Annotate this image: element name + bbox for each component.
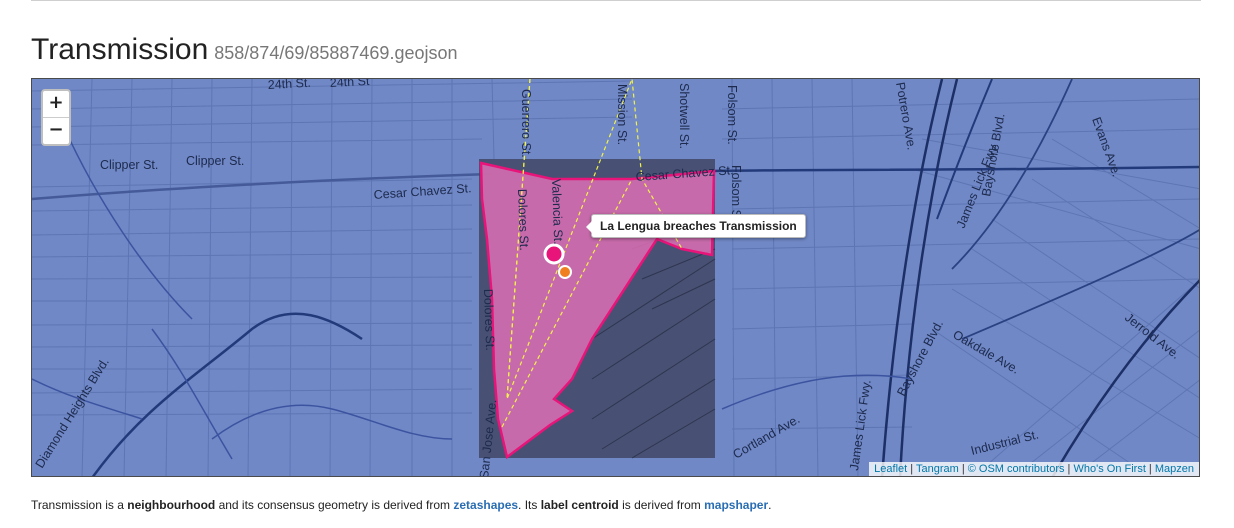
mapshaper-link[interactable]: mapshaper bbox=[704, 498, 768, 512]
description: Transmission is a neighbourhood and its … bbox=[31, 498, 771, 512]
map-attribution: Leaflet | Tangram | © OSM contributors |… bbox=[869, 462, 1199, 476]
street-label: Mission St. bbox=[615, 84, 629, 145]
street-label: Dolores St. bbox=[481, 289, 497, 351]
attribution-wof-link[interactable]: Who's On First bbox=[1073, 463, 1145, 475]
geom-centroid-marker[interactable] bbox=[558, 265, 572, 279]
page-title: Transmission 858/874/69/85887469.geojson bbox=[31, 32, 458, 71]
desc-text: . Its bbox=[518, 498, 541, 512]
desc-text: . bbox=[768, 498, 772, 512]
map-tiles[interactable]: 24th St. 24th St Guerrero St. Valencia S… bbox=[32, 79, 1200, 477]
desc-text: Transmission is a bbox=[31, 498, 128, 512]
street-label: Clipper St. bbox=[100, 158, 158, 172]
placetype: neighbourhood bbox=[127, 498, 216, 512]
attribution-osm-link[interactable]: © OSM contributors bbox=[968, 463, 1065, 475]
label-centroid-term: label centroid bbox=[540, 498, 619, 512]
zetashapes-link[interactable]: zetashapes bbox=[453, 498, 518, 512]
geojson-path: 858/874/69/85887469.geojson bbox=[214, 43, 458, 63]
street-label: Guerrero St. bbox=[519, 89, 533, 158]
zoom-control: + − bbox=[41, 89, 71, 146]
street-label: 24th St. bbox=[267, 79, 311, 92]
map[interactable]: 24th St. 24th St Guerrero St. Valencia S… bbox=[31, 78, 1200, 477]
map-tooltip: La Lengua breaches Transmission bbox=[586, 214, 806, 238]
street-label: Folsom St. bbox=[725, 85, 739, 145]
attribution-tangram-link[interactable]: Tangram bbox=[916, 463, 959, 475]
street-label: Valencia St. bbox=[549, 179, 565, 245]
street-label: Clipper St. bbox=[186, 154, 244, 168]
street-label: Shotwell St. bbox=[677, 83, 691, 149]
top-divider bbox=[31, 0, 1201, 1]
desc-text: is derived from bbox=[618, 498, 705, 512]
street-label: Dolores St. bbox=[515, 189, 531, 251]
label-centroid-marker[interactable] bbox=[543, 243, 565, 265]
attribution-mapzen-link[interactable]: Mapzen bbox=[1155, 463, 1194, 475]
desc-text: and its consensus geometry is derived fr… bbox=[215, 498, 454, 512]
page-title-text: Transmission bbox=[31, 33, 209, 66]
attribution-leaflet-link[interactable]: Leaflet bbox=[874, 463, 907, 475]
zoom-in-button[interactable]: + bbox=[43, 91, 69, 117]
zoom-out-button[interactable]: − bbox=[43, 117, 69, 144]
